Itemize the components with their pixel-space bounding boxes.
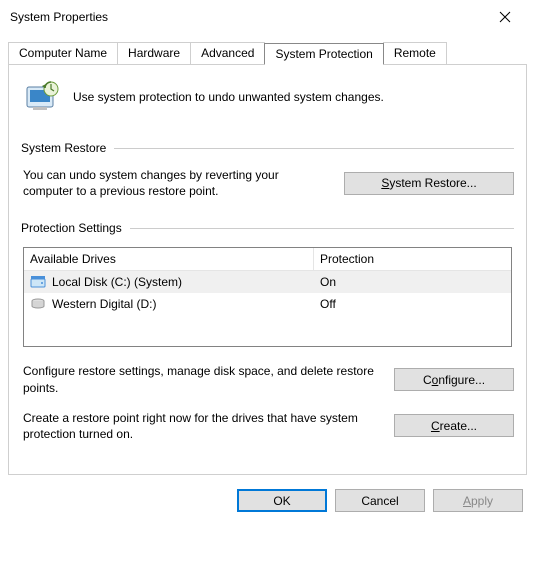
tab-hardware[interactable]: Hardware [117, 42, 191, 64]
group-protection-settings-label: Protection Settings [21, 221, 122, 235]
system-restore-description: You can undo system changes by reverting… [21, 167, 330, 199]
ok-button[interactable]: OK [237, 489, 327, 512]
local-disk-icon [30, 274, 46, 290]
cancel-button[interactable]: Cancel [335, 489, 425, 512]
tab-advanced[interactable]: Advanced [190, 42, 265, 64]
protection-cell: On [314, 272, 511, 292]
external-disk-icon [30, 296, 46, 312]
drive-name: Western Digital (D:) [52, 297, 156, 311]
drive-cell: Local Disk (C:) (System) [24, 271, 314, 293]
group-system-restore-label: System Restore [21, 141, 106, 155]
apply-button[interactable]: Apply [433, 489, 523, 512]
group-protection-settings: Protection Settings [21, 221, 514, 235]
intro-row: Use system protection to undo unwanted s… [21, 77, 514, 117]
tab-strip: Computer Name Hardware Advanced System P… [0, 32, 535, 64]
divider [130, 228, 514, 229]
column-header-protection[interactable]: Protection [314, 248, 511, 270]
drive-name: Local Disk (C:) (System) [52, 275, 182, 289]
column-header-drives[interactable]: Available Drives [24, 248, 314, 270]
dialog-button-row: OK Cancel Apply [0, 483, 535, 522]
system-protection-icon [21, 77, 61, 117]
titlebar: System Properties [0, 0, 535, 32]
system-restore-button[interactable]: System Restore... [344, 172, 514, 195]
tab-computer-name[interactable]: Computer Name [8, 42, 118, 64]
create-description: Create a restore point right now for the… [21, 410, 380, 442]
table-row[interactable]: Western Digital (D:) Off [24, 293, 511, 315]
drive-cell: Western Digital (D:) [24, 293, 314, 315]
system-restore-row: You can undo system changes by reverting… [21, 167, 514, 199]
table-row[interactable]: Local Disk (C:) (System) On [24, 271, 511, 293]
drives-table-header: Available Drives Protection [24, 248, 511, 271]
group-system-restore: System Restore [21, 141, 514, 155]
configure-button[interactable]: Configure... [394, 368, 514, 391]
configure-description: Configure restore settings, manage disk … [21, 363, 380, 395]
create-button[interactable]: Create... [394, 414, 514, 437]
close-button[interactable] [485, 3, 525, 31]
close-icon [499, 11, 511, 23]
configure-row: Configure restore settings, manage disk … [21, 363, 514, 395]
protection-cell: Off [314, 294, 511, 314]
window-title: System Properties [10, 10, 108, 24]
drives-table: Available Drives Protection Local Disk (… [23, 247, 512, 347]
divider [114, 148, 514, 149]
system-properties-window: System Properties Computer Name Hardware… [0, 0, 535, 522]
tab-panel-system-protection: Use system protection to undo unwanted s… [8, 64, 527, 475]
tab-remote[interactable]: Remote [383, 42, 447, 64]
intro-text: Use system protection to undo unwanted s… [73, 90, 384, 104]
drives-table-body: Local Disk (C:) (System)OnWestern Digita… [24, 271, 511, 315]
tab-system-protection[interactable]: System Protection [264, 43, 383, 65]
create-row: Create a restore point right now for the… [21, 410, 514, 442]
